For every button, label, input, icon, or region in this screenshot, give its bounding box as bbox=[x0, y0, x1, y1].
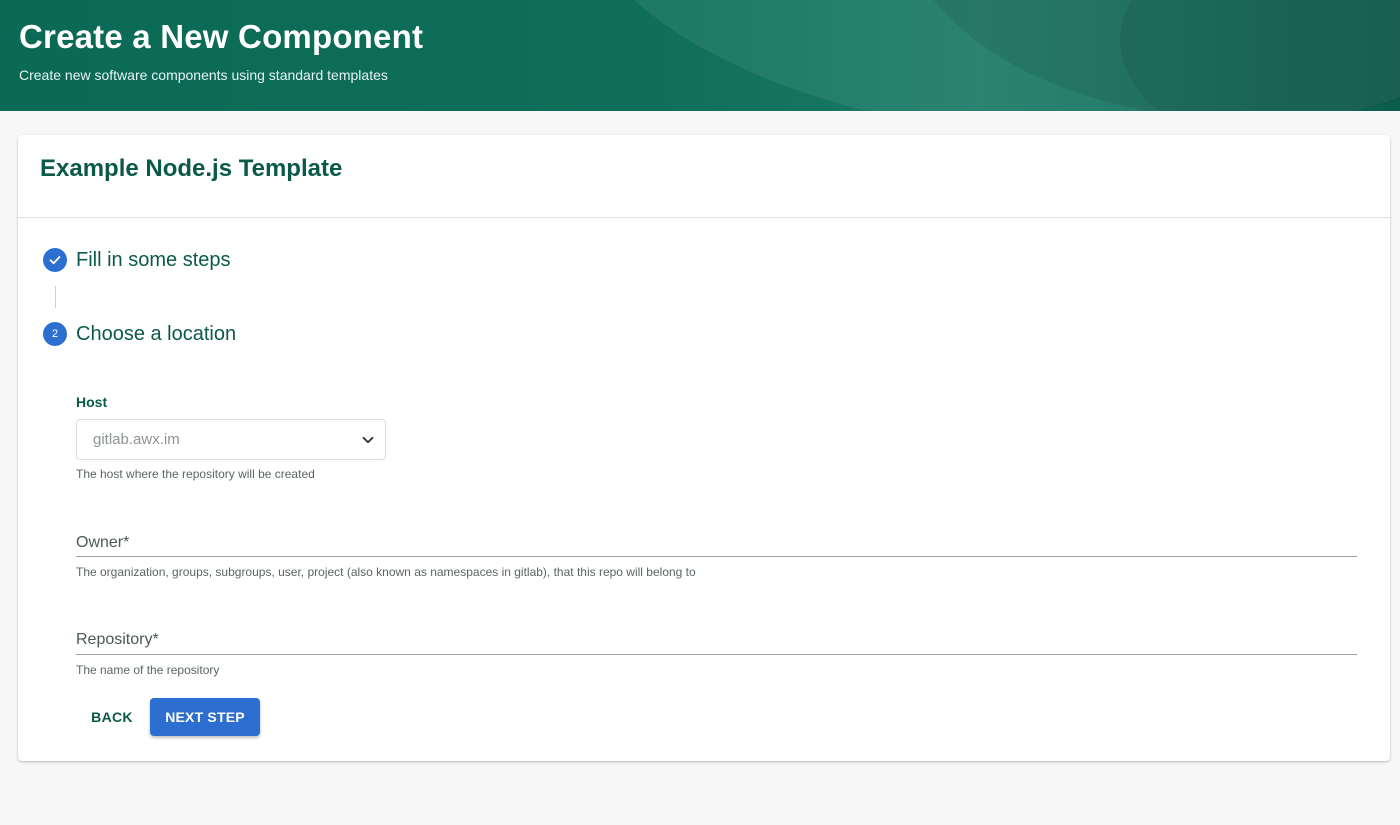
page-title: Create a New Component bbox=[19, 18, 424, 55]
template-card: Example Node.js Template Fill in some st… bbox=[18, 135, 1390, 761]
owner-field-underline bbox=[76, 556, 1357, 557]
back-button[interactable]: BACK bbox=[80, 698, 144, 736]
step-number-icon: 2 bbox=[43, 322, 67, 346]
host-select[interactable]: gitlab.awx.im bbox=[76, 419, 386, 460]
page-header: Create a New Component Create new softwa… bbox=[0, 0, 1400, 111]
owner-field[interactable]: Owner* bbox=[76, 534, 129, 552]
check-icon bbox=[49, 256, 61, 265]
chevron-down-icon bbox=[362, 436, 374, 444]
repository-helper-text: The name of the repository bbox=[76, 663, 220, 677]
step-completed-check-icon bbox=[43, 248, 67, 272]
step-label-fill-in-steps[interactable]: Fill in some steps bbox=[76, 249, 231, 272]
next-step-button[interactable]: NEXT STEP bbox=[150, 698, 260, 736]
template-title: Example Node.js Template bbox=[40, 155, 343, 182]
card-divider bbox=[18, 217, 1390, 218]
repository-field-underline bbox=[76, 654, 1357, 655]
owner-helper-text: The organization, groups, subgroups, use… bbox=[76, 565, 696, 579]
host-select-value: gitlab.awx.im bbox=[93, 431, 180, 448]
host-helper-text: The host where the repository will be cr… bbox=[76, 467, 315, 481]
header-decoration bbox=[1120, 0, 1400, 111]
page-subtitle: Create new software components using sta… bbox=[19, 67, 388, 83]
host-label: Host bbox=[76, 394, 108, 410]
repository-field[interactable]: Repository* bbox=[76, 631, 159, 649]
step-label-choose-location: Choose a location bbox=[76, 323, 237, 345]
step-connector bbox=[55, 286, 56, 308]
